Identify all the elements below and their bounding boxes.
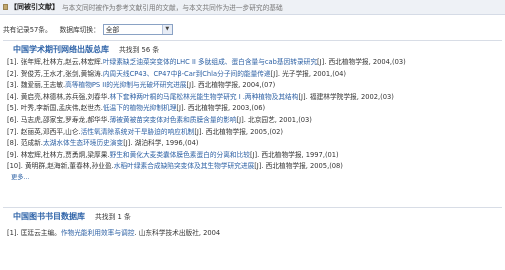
citation-type: . bbox=[134, 229, 137, 237]
citation-type: [J]. bbox=[123, 139, 133, 148]
filter-bar: 共有记录57条。 数据库切换： 全部 ▼ bbox=[3, 23, 173, 35]
citation-type: [J]. bbox=[298, 92, 308, 101]
citation-number: [3]. bbox=[7, 81, 19, 90]
section-count: 共找到 56 条 bbox=[119, 46, 160, 54]
book-database-section: 中国图书书目数据库 共找到 1 条 [1]. 匡廷云主编。作物光能利用效率与调控… bbox=[3, 207, 502, 246]
citation-authors: 匡廷云主编。 bbox=[20, 229, 61, 237]
citation-item: [10]. 黄明群,赵海新,董春林,孙业盈.水稻叶绿素合成缺陷突变体及其生物学研… bbox=[7, 161, 502, 173]
citation-source: 西北植物学报, 2004,(07) bbox=[197, 81, 276, 90]
citation-title-link[interactable]: 作物光能利用效率与调控 bbox=[61, 229, 135, 237]
citation-authors: 叶秀,李新国,孟庆伟,赵世杰. bbox=[20, 104, 103, 113]
citation-title-link[interactable]: 太湖水体生态环境历史演变 bbox=[43, 139, 123, 147]
citation-type: [J]. bbox=[186, 81, 196, 90]
citation-source: 北京园艺, 2001,(03) bbox=[248, 115, 312, 124]
citation-item: [5]. 叶秀,李新国,孟庆伟,赵世杰.低温下的植物光抑制机理[J]. 西北植物… bbox=[7, 103, 502, 115]
citation-item: [1]. 匡廷云主编。作物光能利用效率与调控. 山东科学技术出版社, 2004 bbox=[7, 228, 502, 240]
citation-source: 光子学报, 2001,(04) bbox=[282, 69, 346, 78]
citation-number: [2]. bbox=[7, 69, 19, 78]
citation-title-link[interactable]: 薄被黄被苗突变体对色素和质膜含量的影响 bbox=[110, 116, 237, 124]
citation-number: [6]. bbox=[7, 115, 19, 124]
citation-source: 湖泊科学, 1996,(04) bbox=[134, 139, 199, 148]
citation-title-link[interactable]: 叶绿素缺乏油菜突变体的LHC II 多肽组成、蛋白含量与cab基因转录研究 bbox=[103, 58, 317, 66]
citation-source: 西北植物学报, 2005,(08) bbox=[265, 162, 343, 171]
citation-type: [J]. bbox=[194, 127, 204, 136]
citation-item: [7]. 赵丽英,邓西平,山仑.活性氧清除系统对干旱胁迫的响应机制[J]. 西北… bbox=[7, 127, 502, 139]
citation-item: [4]. 黄启亮,林德林,苏兵强,刘春华.林下套种两叶桐的马尾松林光能生物学研究… bbox=[7, 92, 502, 104]
citation-title-link[interactable]: 低温下的植物光抑制机理 bbox=[103, 104, 177, 112]
citation-authors: 张年辉,杜林方,赵云,林宏辉. bbox=[20, 58, 103, 66]
total-records-label: 共有记录57条。 bbox=[3, 26, 52, 34]
citation-item: [3]. 魏爱丽,王志敏.高等植物PS II的光抑制与光破坏研究进展[J]. 西… bbox=[7, 80, 502, 92]
citation-authors: 贺俊芳,王水才,张剑,黄锦涛. bbox=[20, 69, 103, 78]
citation-number: [1]. bbox=[7, 229, 19, 237]
database-switch-label: 数据库切换： bbox=[59, 26, 100, 34]
section-count: 共找到 1 条 bbox=[95, 213, 131, 221]
citation-item: [9]. 林宏辉,杜林方,贾勇炯,梁厚果.野生和黄化大麦类囊体膜色素蛋白的分离和… bbox=[7, 150, 502, 162]
header-description: 与本文同时被作为参考文献引用的文献，与本文共同作为进一步研究的基础 bbox=[62, 4, 283, 12]
citation-item: [6]. 马志虎,邵家宝,罗寿龙,郝华华.薄被黄被苗突变体对色素和质膜含量的影响… bbox=[7, 115, 502, 127]
citation-authors: 黄启亮,林德林,苏兵强,刘春华. bbox=[20, 92, 110, 101]
citation-list: [1]. 匡廷云主编。作物光能利用效率与调控. 山东科学技术出版社, 2004 bbox=[3, 228, 502, 240]
citation-authors: 林宏辉,杜林方,贾勇炯,梁厚果. bbox=[20, 150, 110, 159]
citation-number: [7]. bbox=[7, 127, 19, 136]
citation-source: 西北植物学报, 2003,(06) bbox=[187, 104, 266, 113]
page-header: 【同被引文献】 与本文同时被作为参考文献引用的文献，与本文共同作为进一步研究的基… bbox=[0, 0, 505, 15]
citation-authors: 赵丽英,邓西平,山仑. bbox=[20, 127, 81, 136]
section-title: 中国学术期刊网络出版总库 bbox=[13, 44, 109, 54]
citation-source: 西北植物学报, 2004,(03) bbox=[328, 58, 406, 66]
citation-source: 福建林学院学报, 2002,(03) bbox=[309, 92, 394, 101]
citation-type: [J]. bbox=[249, 150, 260, 159]
citation-type: [J]. bbox=[254, 162, 264, 171]
citation-item: [1]. 张年辉,杜林方,赵云,林宏辉.叶绿素缺乏油菜突变体的LHC II 多肽… bbox=[7, 57, 502, 69]
citation-item: [8]. 范成新.太湖水体生态环境历史演变[J]. 湖泊科学, 1996,(04… bbox=[7, 138, 502, 150]
citation-title-link[interactable]: 活性氧清除系统对干旱胁迫的响应机制 bbox=[81, 128, 195, 136]
database-select[interactable]: 全部 ▼ bbox=[102, 23, 173, 35]
citation-type: [J]. bbox=[317, 58, 327, 66]
more-link[interactable]: 更多... bbox=[3, 173, 502, 182]
section-title: 中国图书书目数据库 bbox=[13, 211, 85, 221]
citation-authors: 魏爱丽,王志敏. bbox=[20, 81, 66, 90]
header-title: 【同被引文献】 bbox=[10, 3, 59, 11]
citation-title-link[interactable]: 林下套种两叶桐的马尾松林光能生物学研究 I .两种植物及其结构 bbox=[110, 93, 299, 101]
chevron-down-icon[interactable]: ▼ bbox=[161, 24, 172, 34]
citation-title-link[interactable]: 高等植物PS II的光抑制与光破坏研究进展 bbox=[65, 81, 186, 89]
journal-database-section: 中国学术期刊网络出版总库 共找到 56 条 [1]. 张年辉,杜林方,赵云,林宏… bbox=[3, 40, 502, 208]
citation-number: [1]. bbox=[7, 58, 19, 66]
citation-number: [8]. bbox=[7, 139, 19, 148]
citation-number: [5]. bbox=[7, 104, 19, 113]
citation-number: [10]. bbox=[7, 162, 23, 171]
citation-source: 西北植物学报, 2005,(02) bbox=[205, 127, 284, 136]
citation-title-link[interactable]: 水稻叶绿素合成缺陷突变体及其生物学研究进展 bbox=[114, 162, 254, 170]
citation-authors: 黄明群,赵海新,董春林,孙业盈. bbox=[25, 162, 114, 171]
database-select-value: 全部 bbox=[105, 26, 120, 34]
citation-list: [1]. 张年辉,杜林方,赵云,林宏辉.叶绿素缺乏油菜突变体的LHC II 多肽… bbox=[3, 57, 502, 173]
document-icon bbox=[3, 4, 8, 10]
citation-authors: 马志虎,邵家宝,罗寿龙,郝华华. bbox=[20, 115, 110, 124]
citation-authors: 范成新. bbox=[20, 139, 43, 148]
citation-type: [J]. bbox=[270, 69, 280, 78]
citation-title-link[interactable]: 内周天线CP43、CP47中β-Car到Chla分子间的能量传递 bbox=[103, 70, 271, 78]
citation-type: [J]. bbox=[236, 115, 246, 124]
citation-type: [J]. bbox=[176, 104, 186, 113]
citation-title-link[interactable]: 野生和黄化大麦类囊体膜色素蛋白的分离和比较 bbox=[110, 151, 250, 159]
citation-source: 山东科学技术出版社, 2004 bbox=[138, 229, 221, 237]
citation-number: [4]. bbox=[7, 92, 19, 101]
citation-item: [2]. 贺俊芳,王水才,张剑,黄锦涛.内周天线CP43、CP47中β-Car到… bbox=[7, 69, 502, 81]
citation-number: [9]. bbox=[7, 150, 19, 159]
citation-source: 西北植物学报, 1997,(01) bbox=[261, 150, 339, 159]
